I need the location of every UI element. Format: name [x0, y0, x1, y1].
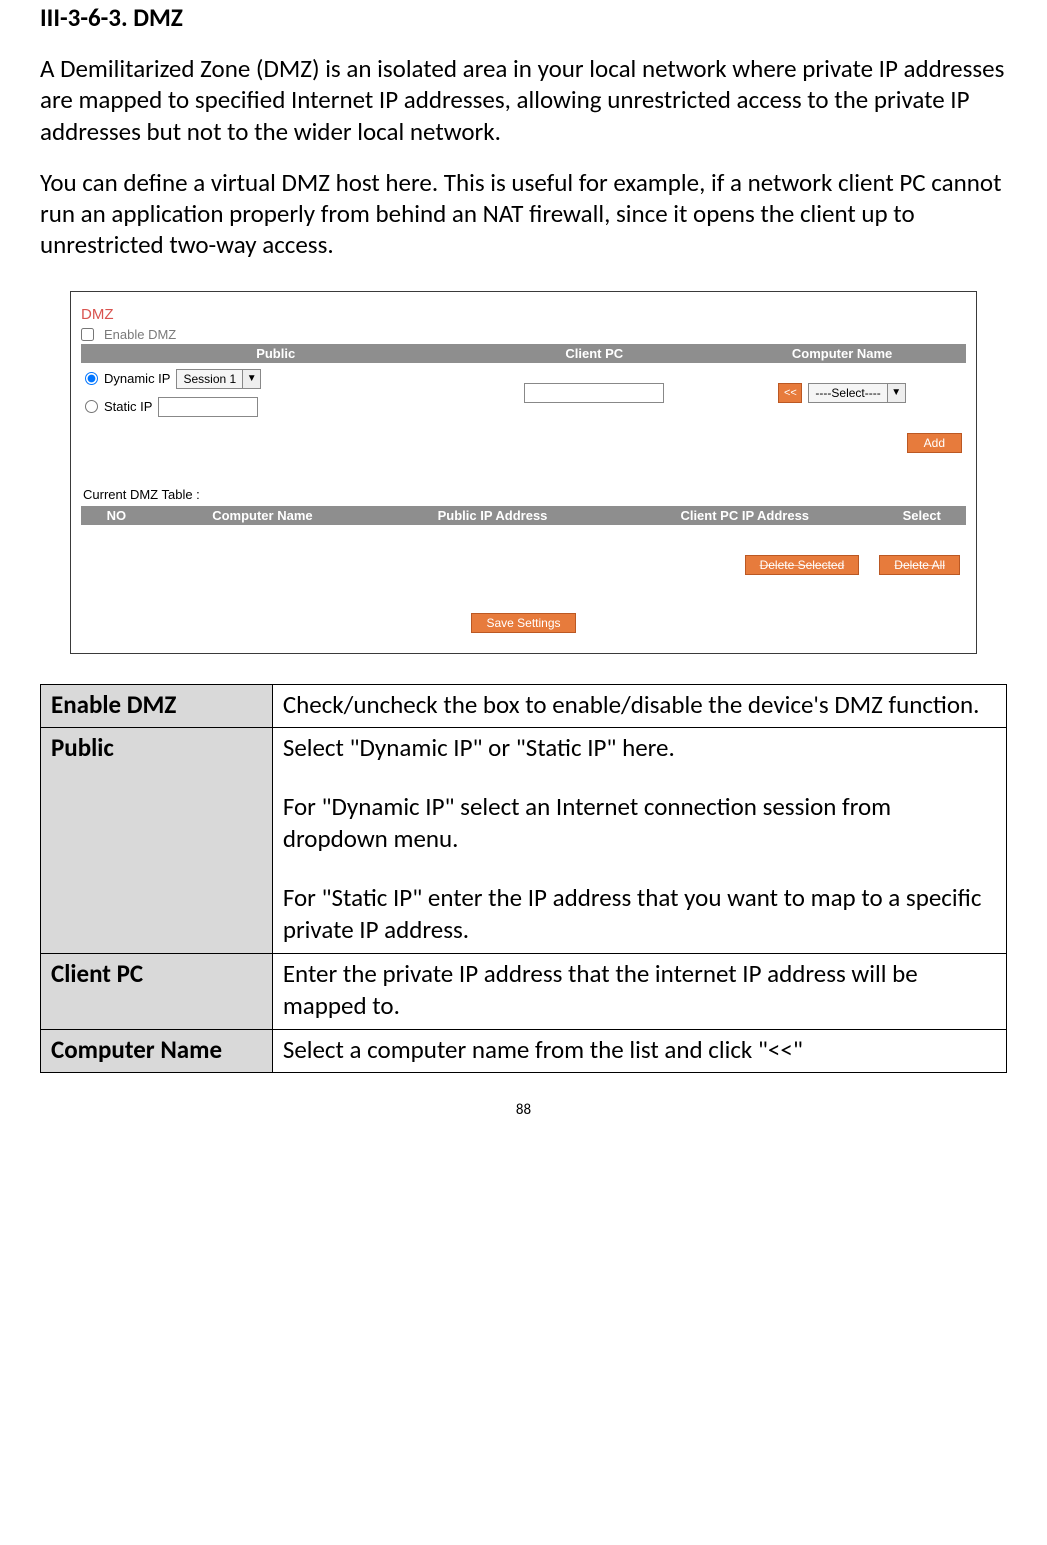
- intro-paragraph-2: You can define a virtual DMZ host here. …: [40, 167, 1007, 261]
- static-ip-input[interactable]: [158, 397, 258, 417]
- header-public: Public: [81, 344, 470, 363]
- desc-val: Select "Dynamic IP" or "Static IP" here.…: [272, 728, 1006, 954]
- columns-header: Public Client PC Computer Name: [81, 344, 966, 363]
- header2-no: NO: [81, 506, 152, 525]
- desc-val: Check/uncheck the box to enable/disable …: [272, 684, 1006, 728]
- save-settings-button[interactable]: Save Settings: [471, 613, 575, 633]
- dmz-config-screenshot: DMZ Enable DMZ Public Client PC Computer…: [70, 291, 977, 654]
- header2-computer-name: Computer Name: [152, 506, 373, 525]
- desc-val-p1: Select "Dynamic IP" or "Static IP" here.: [283, 732, 998, 765]
- desc-key: Client PC: [41, 953, 273, 1029]
- desc-val-p3: For "Static IP" enter the IP address tha…: [283, 882, 998, 947]
- dmz-table-header: NO Computer Name Public IP Address Clien…: [81, 506, 966, 525]
- panel-title: DMZ: [81, 306, 966, 323]
- assign-button[interactable]: <<: [778, 383, 802, 403]
- table-row: Public Select "Dynamic IP" or "Static IP…: [41, 728, 1007, 954]
- intro-paragraph-1: A Demilitarized Zone (DMZ) is an isolate…: [40, 53, 1007, 147]
- header2-public-ip: Public IP Address: [373, 506, 612, 525]
- static-ip-radio[interactable]: [85, 400, 98, 413]
- enable-dmz-checkbox[interactable]: [81, 328, 94, 341]
- page-number: 88: [40, 1101, 1007, 1119]
- desc-val: Select a computer name from the list and…: [272, 1029, 1006, 1073]
- section-heading: III-3-6-3. DMZ: [40, 0, 1007, 33]
- desc-key: Enable DMZ: [41, 684, 273, 728]
- header2-client-ip: Client PC IP Address: [612, 506, 878, 525]
- header-client-pc: Client PC: [470, 344, 718, 363]
- session-select[interactable]: Session 1 ▼: [176, 369, 261, 389]
- session-selected-value: Session 1: [177, 372, 242, 386]
- current-table-label: Current DMZ Table :: [83, 487, 966, 502]
- header2-select: Select: [877, 506, 966, 525]
- chevron-down-icon: ▼: [242, 370, 260, 388]
- desc-key: Computer Name: [41, 1029, 273, 1073]
- dynamic-ip-radio[interactable]: [85, 372, 98, 385]
- static-ip-label: Static IP: [104, 399, 152, 414]
- dynamic-ip-label: Dynamic IP: [104, 371, 170, 386]
- table-row: Computer Name Select a computer name fro…: [41, 1029, 1007, 1073]
- table-row: Client PC Enter the private IP address t…: [41, 953, 1007, 1029]
- desc-val: Enter the private IP address that the in…: [272, 953, 1006, 1029]
- chevron-down-icon: ▼: [887, 384, 905, 402]
- description-table: Enable DMZ Check/uncheck the box to enab…: [40, 684, 1007, 1074]
- client-pc-input[interactable]: [524, 383, 664, 403]
- delete-selected-button[interactable]: Delete Selected: [745, 555, 860, 575]
- header-computer-name: Computer Name: [718, 344, 966, 363]
- add-button[interactable]: Add: [907, 433, 962, 453]
- table-row: Enable DMZ Check/uncheck the box to enab…: [41, 684, 1007, 728]
- enable-dmz-label: Enable DMZ: [104, 327, 176, 342]
- computer-name-select[interactable]: ----Select---- ▼: [808, 383, 905, 403]
- delete-all-button[interactable]: Delete All: [879, 555, 960, 575]
- computer-name-selected-value: ----Select----: [809, 386, 886, 400]
- desc-val-p2: For "Dynamic IP" select an Internet conn…: [283, 791, 998, 856]
- desc-key: Public: [41, 728, 273, 954]
